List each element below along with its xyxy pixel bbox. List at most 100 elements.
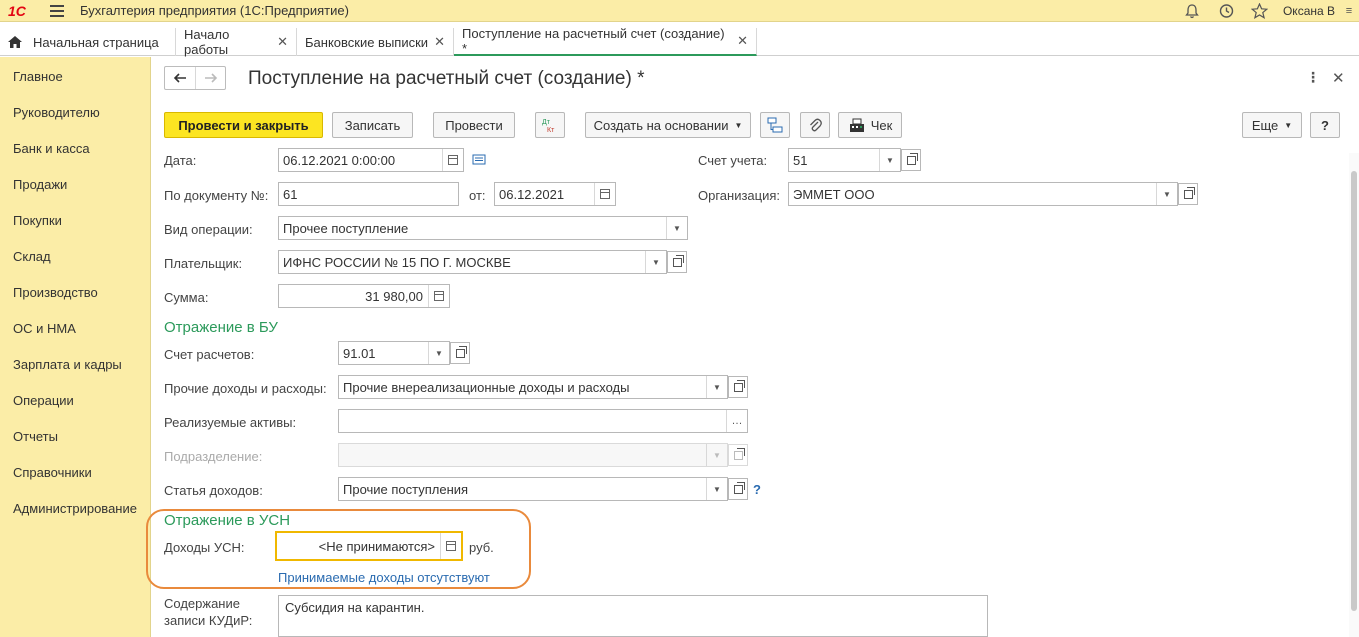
assets-field[interactable]: … (338, 409, 748, 433)
sidebar-item-warehouse[interactable]: Склад (13, 249, 51, 264)
sidebar-item-fixed-assets[interactable]: ОС и НМА (13, 321, 76, 336)
account-field[interactable]: 51 ▼ (788, 148, 901, 172)
tab-start[interactable]: Начало работы ✕ (176, 27, 297, 57)
app-logo: 1С (8, 2, 26, 19)
tab-label: Начальная страница (33, 34, 159, 50)
open-icon (733, 447, 745, 460)
create-based-on-button[interactable]: Создать на основании ▼ (585, 112, 751, 138)
help-question-link[interactable]: ? (753, 482, 761, 497)
attach-button[interactable] (800, 112, 830, 138)
dropdown-arrow-icon[interactable]: ▼ (1156, 183, 1177, 205)
sidebar-item-main[interactable]: Главное (13, 69, 63, 84)
help-button[interactable]: ? (1310, 112, 1340, 138)
account-label: Счет учета: (698, 153, 768, 168)
dropdown-arrow-icon[interactable]: ▼ (706, 444, 727, 466)
back-arrow-icon[interactable] (165, 67, 195, 89)
close-icon[interactable]: ✕ (277, 34, 288, 50)
open-department-button[interactable] (728, 444, 748, 466)
sidebar-item-bank[interactable]: Банк и касса (13, 141, 90, 156)
structure-button[interactable] (760, 112, 790, 138)
tab-bar: Начальная страница Начало работы ✕ Банко… (0, 26, 1359, 57)
favorites-star-icon[interactable] (1250, 1, 1270, 21)
document-form: Поступление на расчетный счет (создание)… (146, 57, 1359, 637)
dropdown-arrow-icon[interactable]: ▼ (645, 251, 666, 273)
calendar-icon[interactable] (442, 149, 463, 171)
vertical-scrollbar[interactable] (1349, 153, 1359, 637)
sidebar-item-sales[interactable]: Продажи (13, 177, 67, 192)
tab-receipt-current[interactable]: Поступление на расчетный счет (создание)… (454, 26, 757, 56)
window-menu-icon[interactable]: ≡ (1343, 1, 1355, 21)
payer-field[interactable]: ИФНС РОССИИ № 15 ПО Г. МОСКВЕ ▼ (278, 250, 667, 274)
sidebar-item-admin[interactable]: Администрирование (13, 501, 137, 516)
dt-kt-button[interactable]: Дт Кт (535, 112, 565, 138)
sidebar-item-manager[interactable]: Руководителю (13, 105, 100, 120)
currency-label: руб. (469, 540, 494, 555)
sidebar-item-catalogs[interactable]: Справочники (13, 465, 92, 480)
save-button[interactable]: Записать (332, 112, 413, 138)
date-field[interactable]: 06.12.2021 0:00:00 (278, 148, 464, 172)
open-other-income-button[interactable] (728, 376, 748, 398)
nav-buttons (164, 66, 226, 90)
sidebar-item-salary[interactable]: Зарплата и кадры (13, 357, 122, 372)
more-vertical-icon[interactable]: ⋮ (1306, 69, 1320, 86)
dropdown-arrow-icon[interactable]: ▼ (879, 149, 900, 171)
sum-label: Сумма: (164, 290, 209, 305)
usn-income-label: Доходы УСН: (164, 540, 245, 555)
dropdown-arrow-icon[interactable]: ▼ (666, 217, 687, 239)
close-form-icon[interactable]: ✕ (1332, 69, 1345, 87)
sum-field[interactable]: 31 980,00 (278, 284, 450, 308)
payer-label: Плательщик: (164, 256, 243, 271)
sidebar-item-reports[interactable]: Отчеты (13, 429, 58, 444)
forward-arrow-icon[interactable] (195, 67, 225, 89)
organization-label: Организация: (698, 188, 781, 203)
department-label: Подразделение: (164, 449, 263, 464)
sidebar-item-operations[interactable]: Операции (13, 393, 74, 408)
usn-income-field[interactable]: <Не принимаются> (275, 531, 463, 561)
from-date-label: от: (469, 188, 486, 203)
organization-field[interactable]: ЭММЕТ ООО ▼ (788, 182, 1178, 206)
accepted-income-link[interactable]: Принимаемые доходы отсутствуют (278, 570, 490, 585)
open-payer-button[interactable] (667, 251, 687, 273)
history-icon[interactable] (1216, 1, 1236, 21)
notifications-bell-icon[interactable] (1182, 1, 1202, 21)
svg-text:Дт: Дт (542, 119, 551, 126)
main-menu-icon[interactable] (50, 4, 64, 17)
close-icon[interactable]: ✕ (737, 33, 748, 49)
open-icon (733, 379, 745, 392)
dropdown-arrow-icon[interactable]: ▼ (706, 376, 727, 398)
svg-text:Кт: Кт (547, 127, 555, 133)
user-name[interactable]: Оксана В (1283, 4, 1335, 18)
open-account-button[interactable] (901, 149, 921, 171)
department-field[interactable]: ▼ (338, 443, 728, 467)
calendar-icon[interactable] (594, 183, 615, 205)
calculator-icon[interactable] (428, 285, 449, 307)
dropdown-arrow-icon[interactable]: ▼ (706, 478, 727, 500)
close-icon[interactable]: ✕ (434, 34, 445, 50)
dropdown-arrow-icon[interactable]: ▼ (428, 342, 449, 364)
scrollbar-thumb[interactable] (1351, 171, 1357, 611)
other-income-field[interactable]: Прочие внереализационные доходы и расход… (338, 375, 728, 399)
sidebar-item-purchases[interactable]: Покупки (13, 213, 62, 228)
sidebar-item-production[interactable]: Производство (13, 285, 98, 300)
more-button[interactable]: Еще ▼ (1242, 112, 1302, 138)
select-ellipsis-icon[interactable]: … (726, 410, 747, 432)
post-and-close-button[interactable]: Провести и закрыть (164, 112, 323, 138)
open-icon (1183, 186, 1195, 199)
comment-icon[interactable] (472, 154, 486, 169)
tab-home[interactable]: Начальная страница (0, 28, 176, 56)
post-button[interactable]: Провести (433, 112, 515, 138)
kudir-textarea[interactable]: Субсидия на карантин. (278, 595, 988, 637)
tab-bank-statements[interactable]: Банковские выписки ✕ (297, 28, 454, 56)
open-income-item-button[interactable] (728, 478, 748, 500)
settlement-account-field[interactable]: 91.01 ▼ (338, 341, 450, 365)
from-date-field[interactable]: 06.12.2021 (494, 182, 616, 206)
open-settlement-account-button[interactable] (450, 342, 470, 364)
open-icon (455, 345, 467, 358)
dropdown-arrow-icon: ▼ (1284, 120, 1293, 130)
operation-type-field[interactable]: Прочее поступление ▼ (278, 216, 688, 240)
receipt-button[interactable]: Чек (838, 112, 902, 138)
open-organization-button[interactable] (1178, 183, 1198, 205)
calculator-icon[interactable] (440, 533, 461, 559)
doc-number-field[interactable]: 61 (278, 182, 459, 206)
income-item-field[interactable]: Прочие поступления ▼ (338, 477, 728, 501)
